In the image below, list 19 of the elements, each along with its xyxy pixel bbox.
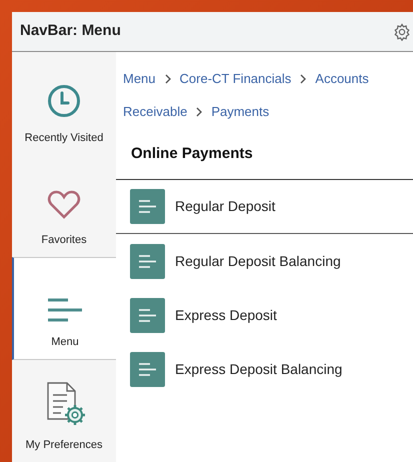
chevron-right-icon: [164, 74, 171, 84]
sidebar-tab[interactable]: Menu: [12, 256, 116, 360]
list-icon: [130, 244, 165, 278]
list-icon: [130, 298, 165, 332]
breadcrumb-link[interactable]: Receivable: [123, 95, 188, 128]
menu-icon: [48, 298, 82, 322]
panel-title: NavBar: Menu: [20, 21, 121, 42]
list-icon: [130, 189, 165, 224]
chevron-right-icon: [300, 74, 306, 84]
chevron-right-icon: [196, 106, 202, 116]
clock-icon: [47, 84, 81, 118]
list-icon: [130, 352, 165, 386]
breadcrumb-link[interactable]: Payments: [211, 95, 270, 128]
section-heading: Online Payments: [131, 144, 253, 164]
settings-icon[interactable]: [393, 22, 411, 40]
heart-icon: [47, 190, 81, 220]
breadcrumb-link[interactable]: Menu: [123, 62, 156, 95]
breadcrumb-link[interactable]: Core-CT Financials: [180, 62, 292, 95]
breadcrumb-link[interactable]: Accounts: [315, 62, 369, 95]
